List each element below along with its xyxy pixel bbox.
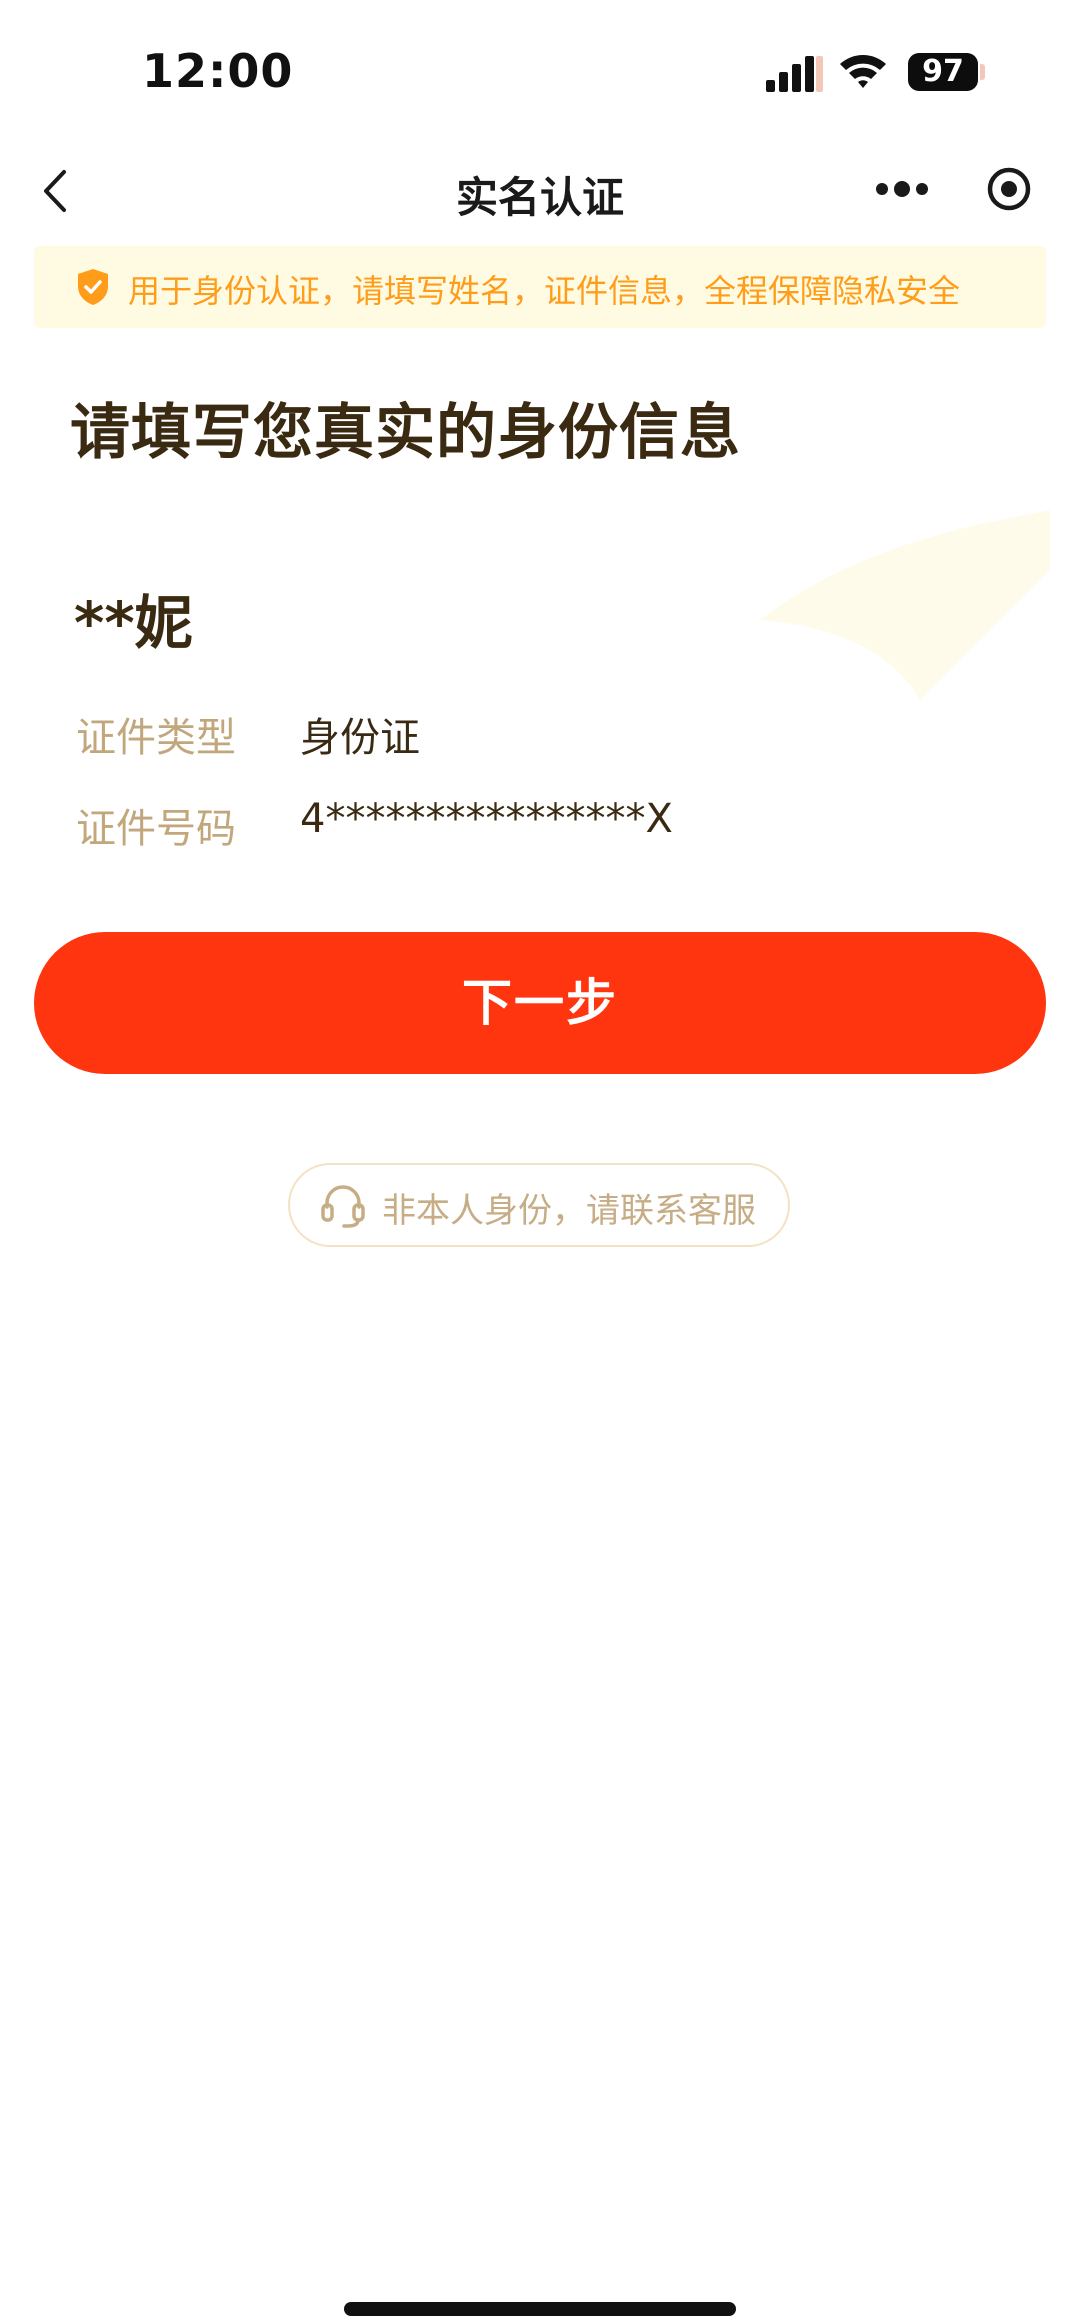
id-number-label: 证件号码 — [76, 806, 236, 852]
contact-support-button[interactable]: 非本人身份，请联系客服 — [288, 1163, 790, 1247]
home-indicator — [344, 2302, 736, 2316]
id-type-label: 证件类型 — [76, 715, 236, 761]
id-number-value: 4****************X — [300, 796, 673, 842]
privacy-notice-banner: 用于身份认证，请填写姓名，证件信息，全程保障隐私安全 — [34, 246, 1046, 328]
contact-support-label: 非本人身份，请联系客服 — [382, 1191, 756, 1231]
status-bar: 12:00 97 — [0, 0, 1080, 140]
shield-check-icon — [78, 269, 108, 305]
battery-icon: 97 — [908, 53, 978, 91]
id-type-value: 身份证 — [300, 715, 420, 761]
user-name: **妮 — [74, 589, 193, 657]
headset-icon — [321, 1185, 365, 1228]
cellular-signal-icon — [766, 56, 823, 92]
wifi-icon — [840, 55, 886, 88]
record-icon[interactable] — [986, 166, 1032, 212]
more-icon[interactable] — [874, 178, 930, 200]
page-title: 请填写您真实的身份信息 — [70, 398, 741, 468]
next-step-button[interactable]: 下一步 — [34, 932, 1046, 1074]
nav-bar: 实名认证 — [0, 140, 1080, 240]
battery-tip — [980, 64, 985, 80]
decorative-background-shape — [760, 510, 1050, 700]
status-time: 12:00 — [142, 44, 294, 98]
notice-text: 用于身份认证，请填写姓名，证件信息，全程保障隐私安全 — [128, 272, 961, 310]
